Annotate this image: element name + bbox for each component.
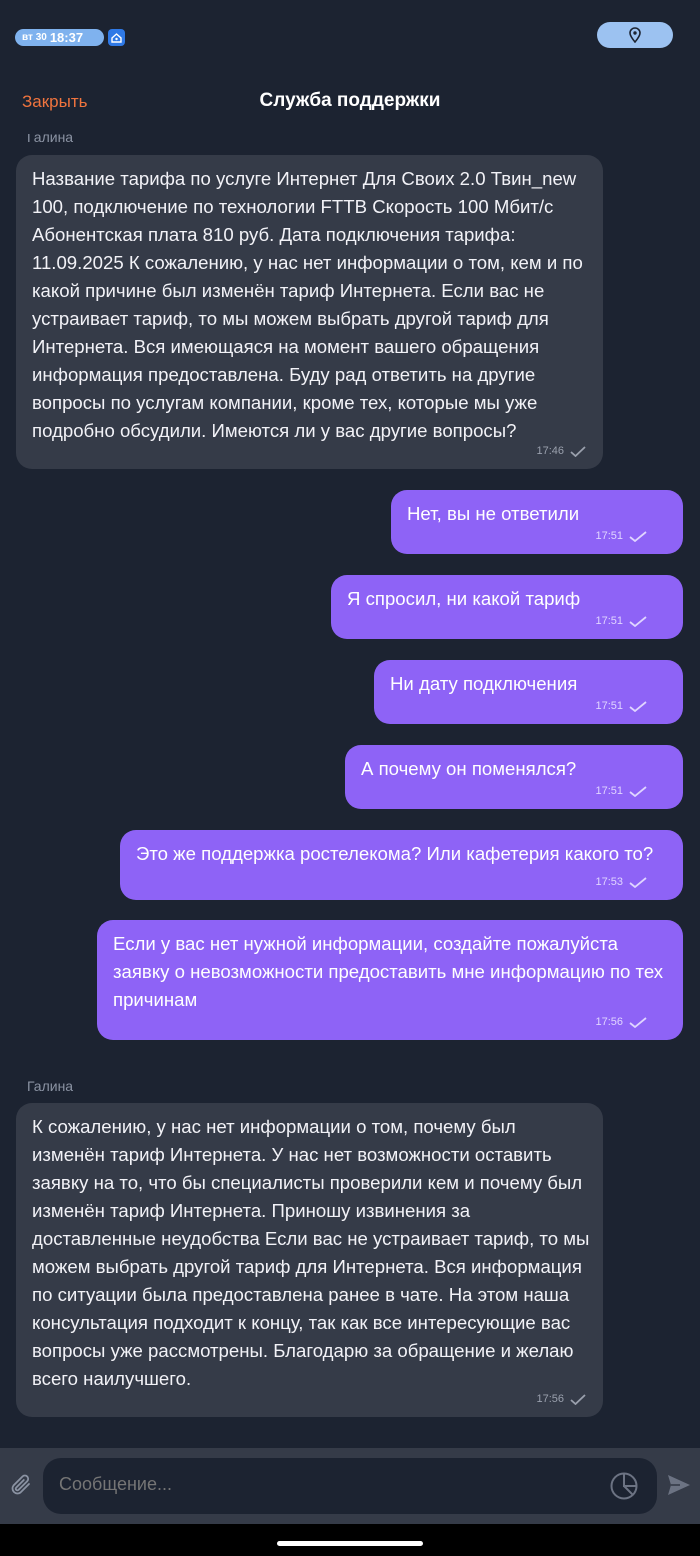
check-icon xyxy=(629,876,647,888)
check-icon xyxy=(629,1016,647,1028)
message-list[interactable]: Галина Название тарифа по услуге Интерне… xyxy=(0,134,700,1448)
message-time: 17:51 xyxy=(595,530,623,542)
sticker-icon[interactable] xyxy=(609,1471,639,1505)
check-icon xyxy=(629,530,647,542)
message-text: Это же поддержка ростелекома? Или кафете… xyxy=(136,843,654,864)
message-input[interactable] xyxy=(59,1474,579,1495)
message-time: 17:51 xyxy=(595,785,623,797)
sender-name: Галина xyxy=(27,134,74,145)
location-pin-icon xyxy=(629,27,641,43)
message-time: 17:51 xyxy=(595,700,623,712)
message-text: Ни дату подключения xyxy=(390,673,578,694)
sender-name: Галина xyxy=(27,1078,74,1094)
message-outgoing[interactable]: Я спросил, ни какой тариф 17:51 xyxy=(331,575,683,639)
message-outgoing[interactable]: А почему он поменялся? 17:51 xyxy=(345,745,683,809)
message-time: 17:53 xyxy=(595,876,623,888)
chat-header: Закрыть Служба поддержки xyxy=(0,72,700,134)
message-meta: 17:53 xyxy=(595,876,647,888)
message-input-box[interactable] xyxy=(43,1458,657,1514)
location-indicator xyxy=(597,22,673,48)
message-time: 17:46 xyxy=(536,445,564,457)
message-meta: 17:51 xyxy=(595,785,647,797)
message-outgoing[interactable]: Ни дату подключения 17:51 xyxy=(374,660,683,724)
message-meta: 17:56 xyxy=(595,1016,647,1028)
time-pill: вт 30 18:37 xyxy=(15,29,104,46)
message-outgoing[interactable]: Если у вас нет нужной информации, создай… xyxy=(97,920,683,1040)
check-icon xyxy=(629,785,647,797)
check-icon xyxy=(570,1393,586,1405)
message-time: 17:51 xyxy=(595,615,623,627)
paperclip-icon[interactable] xyxy=(10,1473,34,1503)
message-text: К сожалению, у нас нет информации о том,… xyxy=(32,1116,590,1389)
message-meta: 17:46 xyxy=(536,445,586,457)
message-composer xyxy=(0,1448,700,1524)
message-time: 17:56 xyxy=(536,1393,564,1405)
message-time: 17:56 xyxy=(595,1016,623,1028)
check-icon xyxy=(629,615,647,627)
message-outgoing[interactable]: Это же поддержка ростелекома? Или кафете… xyxy=(120,830,683,900)
message-meta: 17:51 xyxy=(595,700,647,712)
status-time: 18:37 xyxy=(49,30,84,45)
message-incoming[interactable]: Название тарифа по услуге Интернет Для С… xyxy=(16,155,603,469)
alarm-icon xyxy=(108,29,125,46)
message-text: Название тарифа по услуге Интернет Для С… xyxy=(32,168,583,441)
check-icon xyxy=(570,445,586,457)
message-text: Я спросил, ни какой тариф xyxy=(347,588,581,609)
message-meta: 17:51 xyxy=(595,615,647,627)
message-outgoing[interactable]: Нет, вы не ответили 17:51 xyxy=(391,490,683,554)
status-bar: вт 30 18:37 xyxy=(0,0,700,72)
check-icon xyxy=(629,700,647,712)
send-icon[interactable] xyxy=(666,1472,692,1502)
system-nav-bar xyxy=(0,1524,700,1556)
message-incoming[interactable]: К сожалению, у нас нет информации о том,… xyxy=(16,1103,603,1417)
message-text: А почему он поменялся? xyxy=(361,758,577,779)
message-meta: 17:51 xyxy=(595,530,647,542)
home-indicator[interactable] xyxy=(277,1541,423,1546)
message-meta: 17:56 xyxy=(536,1393,586,1405)
status-day: вт 30 xyxy=(22,32,47,43)
message-text: Нет, вы не ответили xyxy=(407,503,580,524)
page-title: Служба поддержки xyxy=(259,90,441,111)
message-text: Если у вас нет нужной информации, создай… xyxy=(113,933,664,1010)
